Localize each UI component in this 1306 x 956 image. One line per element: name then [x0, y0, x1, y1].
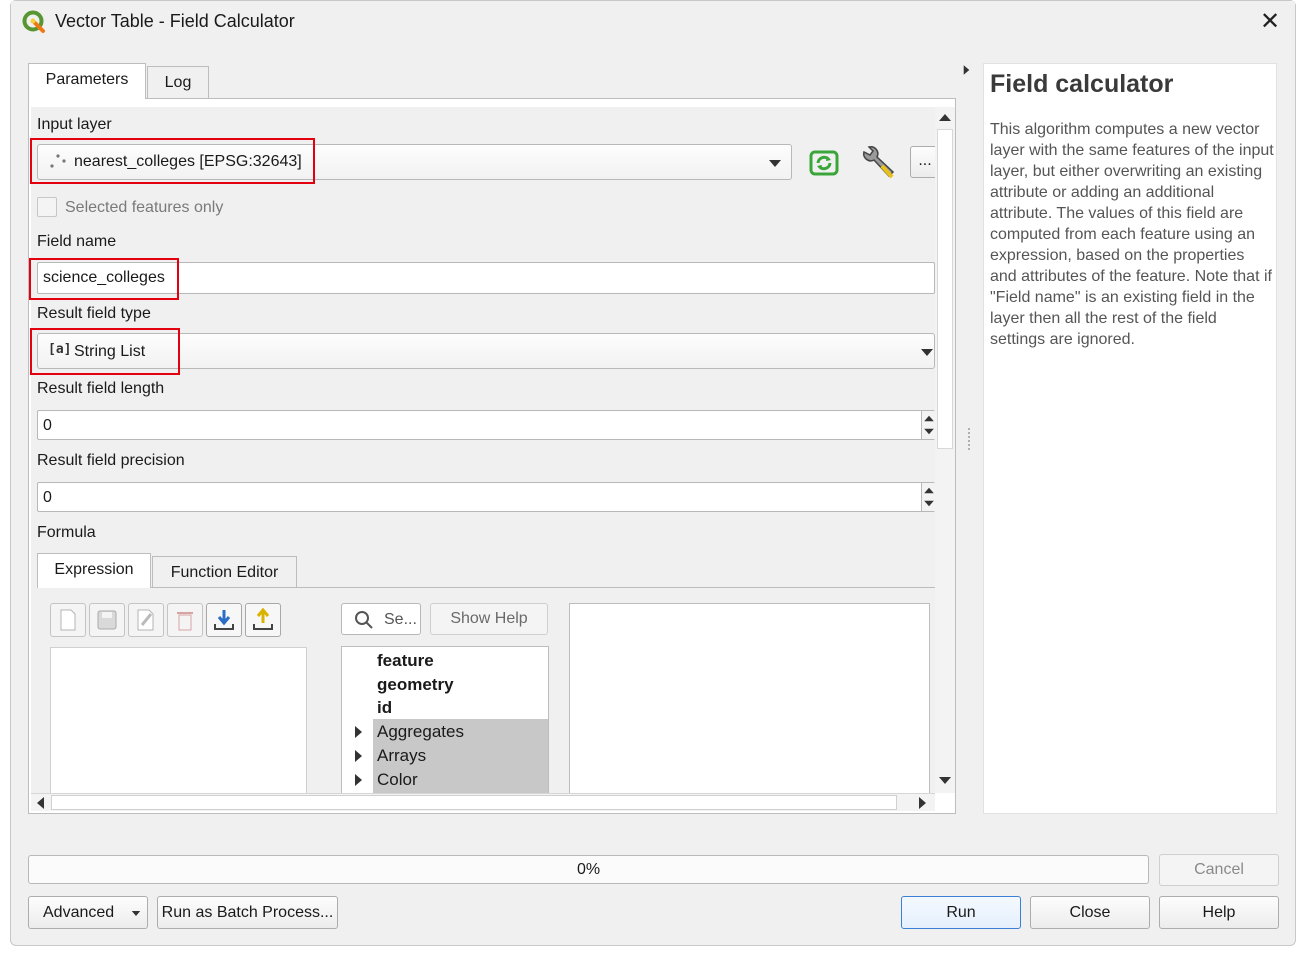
- scroll-down-icon[interactable]: [939, 777, 951, 784]
- horizontal-scrollbar[interactable]: [31, 793, 935, 811]
- splitter-handle[interactable]: [968, 428, 971, 450]
- precision-label: Result field precision: [37, 452, 185, 469]
- horizontal-scroll-thumb[interactable]: [51, 795, 897, 810]
- edit-icon[interactable]: [128, 603, 164, 637]
- precision-spinbox[interactable]: 0: [37, 482, 935, 512]
- length-spin-buttons[interactable]: [921, 411, 935, 439]
- precision-value: 0: [43, 489, 52, 506]
- length-label: Result field length: [37, 380, 165, 397]
- progress-bar: 0%: [28, 855, 1149, 884]
- advanced-label: Advanced: [43, 904, 115, 921]
- wrench-settings-icon[interactable]: [858, 144, 898, 182]
- scroll-right-icon[interactable]: [919, 797, 926, 809]
- close-window-icon[interactable]: ✕: [1256, 8, 1284, 36]
- spin-up-icon: [924, 487, 934, 494]
- save-icon[interactable]: [89, 603, 125, 637]
- run-button[interactable]: Run: [901, 896, 1021, 929]
- chevron-down-icon: [131, 911, 141, 916]
- highlight-box-input-layer: [30, 138, 315, 184]
- scroll-up-icon[interactable]: [939, 114, 951, 121]
- chevron-down-icon: [769, 160, 781, 167]
- spin-up-icon: [924, 415, 934, 422]
- tab-function-editor[interactable]: Function Editor: [152, 556, 297, 587]
- vertical-scroll-thumb[interactable]: [937, 129, 953, 449]
- function-search-input[interactable]: Se...: [341, 603, 421, 635]
- spin-down-icon: [924, 500, 934, 507]
- length-value: 0: [43, 417, 52, 434]
- function-help-pane: [569, 603, 930, 793]
- tab-parameters[interactable]: Parameters: [28, 63, 146, 99]
- tree-group-aggregates[interactable]: Aggregates: [377, 720, 464, 744]
- new-file-icon[interactable]: [50, 603, 86, 637]
- precision-spin-buttons[interactable]: [921, 483, 935, 511]
- search-placeholder: Se...: [384, 611, 417, 628]
- close-button[interactable]: Close: [1030, 896, 1150, 929]
- tab-expression[interactable]: Expression: [37, 553, 151, 588]
- window-title: Vector Table - Field Calculator: [55, 11, 295, 31]
- tree-item-geometry[interactable]: geometry: [377, 673, 454, 697]
- expression-editor[interactable]: [50, 647, 307, 793]
- field-name-label: Field name: [37, 233, 117, 250]
- tab-log[interactable]: Log: [147, 66, 209, 98]
- function-tree[interactable]: feature geometry id Aggregates Arrays Co…: [341, 646, 549, 793]
- scroll-left-icon[interactable]: [37, 797, 44, 809]
- tree-group-arrays[interactable]: Arrays: [377, 744, 426, 768]
- tree-group-color[interactable]: Color: [377, 768, 418, 792]
- export-icon[interactable]: [245, 603, 281, 637]
- expand-arrow-icon[interactable]: [355, 774, 362, 786]
- advanced-button[interactable]: Advanced: [28, 896, 148, 929]
- tree-item-feature[interactable]: feature: [377, 649, 434, 673]
- iterate-reload-icon[interactable]: [806, 146, 842, 180]
- highlight-box-result-type: [30, 328, 180, 375]
- expand-arrow-icon[interactable]: [355, 726, 362, 738]
- input-layer-label: Input layer: [37, 116, 112, 133]
- highlight-box-field-name: [29, 258, 179, 300]
- formula-label: Formula: [37, 524, 96, 541]
- show-help-button[interactable]: Show Help: [430, 603, 548, 635]
- help-title: Field calculator: [990, 70, 1174, 98]
- collapse-help-arrow-icon[interactable]: [963, 65, 970, 75]
- help-button[interactable]: Help: [1159, 896, 1279, 929]
- selected-only-checkbox[interactable]: [37, 197, 57, 217]
- length-spinbox[interactable]: 0: [37, 410, 935, 440]
- selected-only-label: Selected features only: [65, 199, 224, 216]
- delete-icon[interactable]: [167, 603, 203, 637]
- spin-down-icon: [924, 428, 934, 435]
- chevron-down-icon: [921, 349, 933, 356]
- tree-item-id[interactable]: id: [377, 696, 392, 720]
- result-type-label: Result field type: [37, 305, 151, 322]
- run-batch-button[interactable]: Run as Batch Process...: [157, 896, 338, 929]
- expand-arrow-icon[interactable]: [355, 750, 362, 762]
- cancel-button[interactable]: Cancel: [1159, 854, 1279, 886]
- search-icon: [354, 610, 374, 630]
- help-panel: Field calculator This algorithm computes…: [983, 63, 1277, 814]
- qgis-logo-icon: [22, 10, 46, 34]
- help-body: This algorithm computes a new vector lay…: [990, 121, 1274, 348]
- vertical-scrollbar[interactable]: [935, 107, 955, 793]
- progress-text: 0%: [576, 861, 601, 878]
- import-icon[interactable]: [206, 603, 242, 637]
